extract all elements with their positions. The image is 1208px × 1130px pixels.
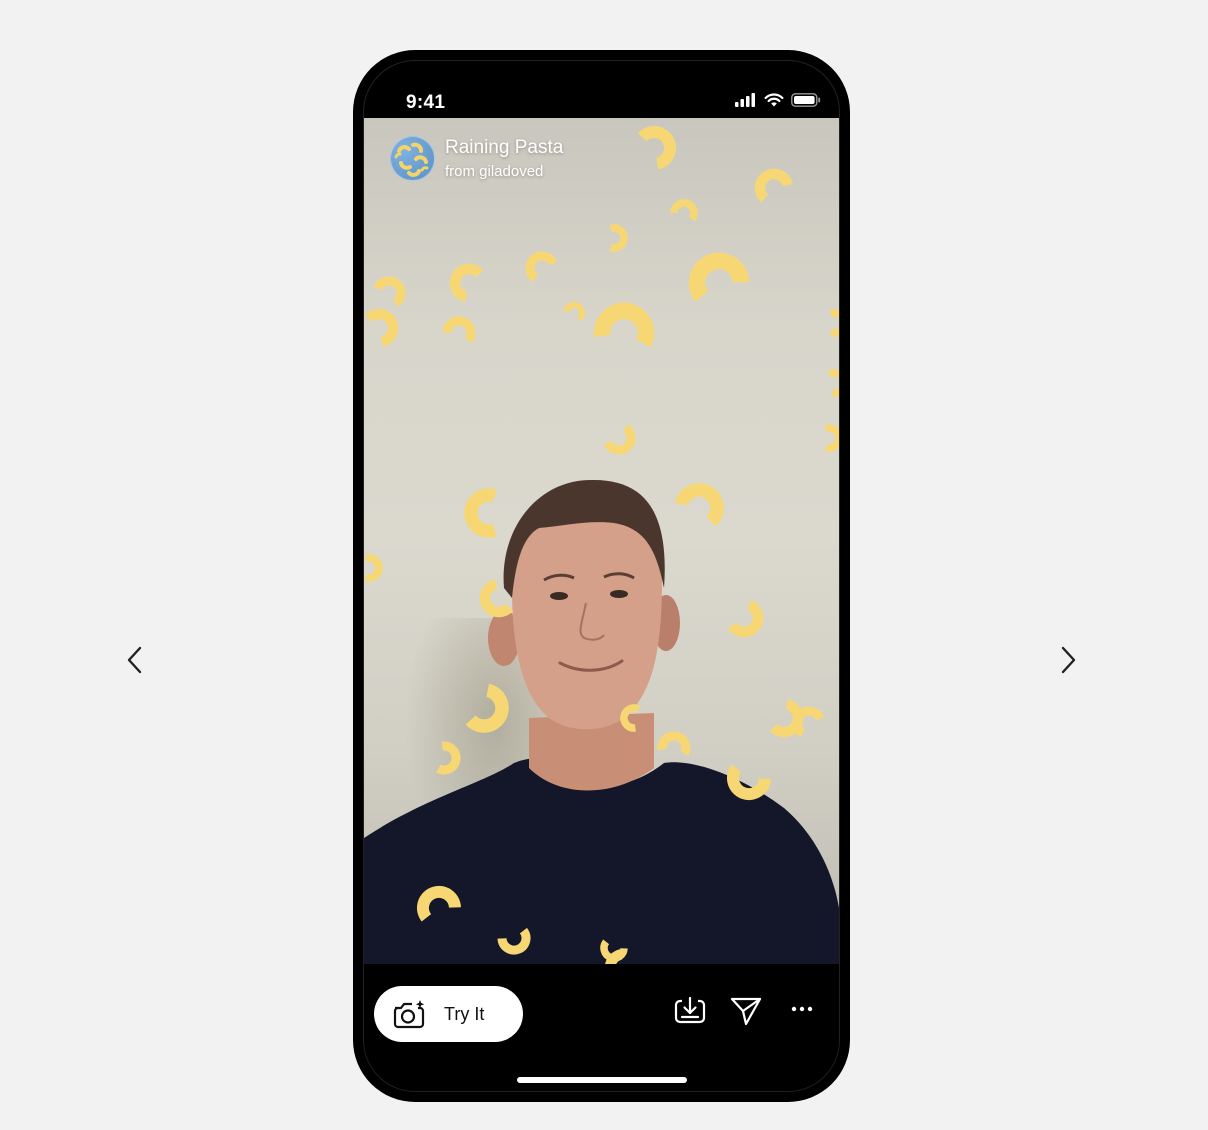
action-bar: Try It <box>364 964 839 1091</box>
try-it-button[interactable]: Try It <box>374 986 523 1042</box>
pasta-piece <box>479 579 514 618</box>
pasta-piece <box>609 224 628 252</box>
camera-preview: Raining Pasta from giladoved <box>364 118 839 964</box>
pasta-piece <box>824 424 839 452</box>
pasta-piece <box>754 168 793 203</box>
more-horizontal-icon <box>791 1006 813 1012</box>
pasta-piece <box>688 252 750 302</box>
pasta-piece <box>829 309 839 337</box>
camera-sparkle-icon <box>393 1000 425 1029</box>
effect-author: from giladoved <box>445 163 544 180</box>
previous-button[interactable] <box>115 640 155 680</box>
pasta-piece <box>373 276 406 307</box>
next-button[interactable] <box>1048 640 1088 680</box>
save-button[interactable] <box>674 996 706 1024</box>
signal-icon <box>735 93 755 107</box>
effect-title: Raining Pasta <box>445 137 564 158</box>
pasta-piece <box>436 741 461 775</box>
more-options-button[interactable] <box>791 1006 813 1012</box>
wifi-icon <box>764 93 784 107</box>
pasta-piece <box>727 600 764 638</box>
status-time: 9:41 <box>406 92 446 113</box>
effect-avatar <box>390 136 435 181</box>
pasta-piece <box>449 263 484 302</box>
pasta-piece <box>657 731 691 756</box>
pasta-piece <box>442 316 476 344</box>
pasta-thumbnail-icon <box>394 142 429 177</box>
pasta-piece <box>600 939 628 962</box>
pasta-piece <box>827 369 839 397</box>
pasta-piece <box>364 554 383 582</box>
pasta-piece <box>674 483 724 527</box>
home-indicator <box>517 1077 687 1083</box>
save-download-icon <box>674 996 706 1024</box>
pasta-piece <box>603 424 636 455</box>
phone-frame: 9:41 Raining Pasta from giladoved Try It <box>353 50 850 1102</box>
try-it-label: Try It <box>444 1003 485 1024</box>
pasta-piece <box>364 308 399 347</box>
pasta-piece <box>670 199 698 222</box>
send-icon <box>730 997 762 1026</box>
pasta-piece <box>563 302 585 322</box>
pasta-piece <box>620 704 641 732</box>
pasta-piece <box>465 683 509 733</box>
pasta-piece <box>497 927 531 955</box>
share-button[interactable] <box>730 996 762 1026</box>
phone-notch <box>468 61 736 99</box>
pasta-piece <box>417 885 461 922</box>
pasta-piece <box>593 302 655 348</box>
pasta-piece <box>464 488 497 538</box>
chevron-right-icon <box>1061 646 1076 674</box>
pasta-piece <box>727 764 771 801</box>
pasta-effect-layer <box>364 125 839 964</box>
chevron-left-icon <box>127 646 142 674</box>
phone-screen: 9:41 Raining Pasta from giladoved Try It <box>363 60 840 1092</box>
pasta-piece <box>637 125 677 170</box>
pasta-piece <box>525 251 558 282</box>
battery-icon <box>791 93 821 107</box>
effect-header[interactable]: Raining Pasta from giladoved <box>390 136 563 181</box>
status-icons <box>735 93 821 107</box>
